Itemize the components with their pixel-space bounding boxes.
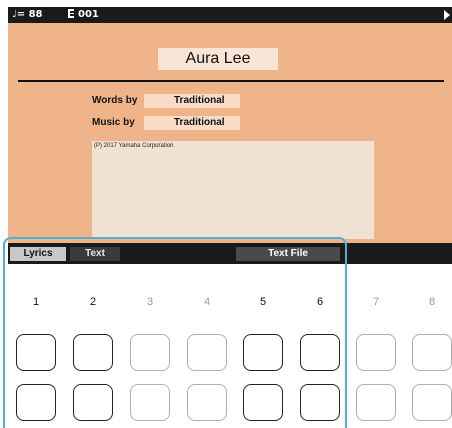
bar-counter-icon xyxy=(68,9,74,18)
music-by-value: Traditional xyxy=(144,116,240,130)
button-7-lower[interactable] xyxy=(356,384,396,421)
music-by-label: Music by xyxy=(92,117,135,128)
button-8-upper[interactable] xyxy=(412,334,452,371)
column-number-2: 2 xyxy=(89,296,97,308)
copyright-box: (P) 2017 Yamaha Corporation xyxy=(92,141,374,239)
bar-number-value: 001 xyxy=(78,9,99,20)
button-5-upper[interactable] xyxy=(243,334,283,371)
status-bar: ♩= 88 001 xyxy=(8,7,452,23)
play-icon[interactable] xyxy=(444,10,450,20)
tempo-display[interactable]: ♩= 88 xyxy=(12,8,43,22)
tab-text[interactable]: Text xyxy=(70,247,120,261)
button-2-upper[interactable] xyxy=(73,334,113,371)
column-number-3: 3 xyxy=(146,296,154,308)
button-4-upper[interactable] xyxy=(187,334,227,371)
song-title: Aura Lee xyxy=(158,48,278,70)
button-3-lower[interactable] xyxy=(130,384,170,421)
button-8-lower[interactable] xyxy=(412,384,452,421)
button-3-upper[interactable] xyxy=(130,334,170,371)
copyright-text: (P) 2017 Yamaha Corporation xyxy=(94,143,174,149)
tab-lyrics[interactable]: Lyrics xyxy=(10,247,66,261)
column-number-7: 7 xyxy=(372,296,380,308)
button-6-lower[interactable] xyxy=(300,384,340,421)
button-5-lower[interactable] xyxy=(243,384,283,421)
column-number-6: 6 xyxy=(316,296,324,308)
button-2-lower[interactable] xyxy=(73,384,113,421)
button-6-upper[interactable] xyxy=(300,334,340,371)
column-number-8: 8 xyxy=(428,296,436,308)
button-1-upper[interactable] xyxy=(16,334,56,371)
lyrics-display: Aura Lee Words by Traditional Music by T… xyxy=(8,23,452,243)
title-divider xyxy=(18,80,444,82)
column-number-5: 5 xyxy=(259,296,267,308)
column-number-4: 4 xyxy=(203,296,211,308)
column-number-1: 1 xyxy=(32,296,40,308)
lyrics-tab-bar: Lyrics Text Text File xyxy=(8,243,452,264)
bar-number-display[interactable]: 001 xyxy=(68,8,99,22)
panel-button-grid: 1 2 3 4 5 6 7 8 xyxy=(0,296,452,428)
words-by-value: Traditional xyxy=(144,94,240,108)
button-7-upper[interactable] xyxy=(356,334,396,371)
words-by-label: Words by xyxy=(92,95,138,106)
button-4-lower[interactable] xyxy=(187,384,227,421)
button-1-lower[interactable] xyxy=(16,384,56,421)
text-file-button[interactable]: Text File xyxy=(236,247,340,261)
